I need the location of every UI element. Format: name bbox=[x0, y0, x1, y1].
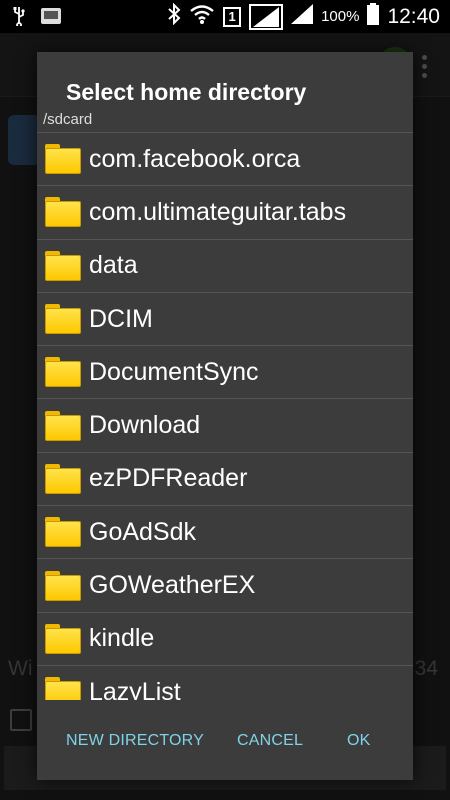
folder-name: LazyList bbox=[89, 677, 181, 700]
folder-row[interactable]: ezPDFReader bbox=[37, 451, 413, 505]
select-directory-dialog: Select home directory /sdcard com.facebo… bbox=[37, 52, 413, 780]
folder-icon bbox=[45, 623, 81, 654]
sd-card-icon bbox=[40, 6, 62, 31]
folder-icon bbox=[45, 144, 81, 175]
folder-name: GoAdSdk bbox=[89, 517, 197, 546]
folder-list[interactable]: com.facebook.orca com.ultimateguitar.tabs… bbox=[37, 132, 413, 700]
usb-icon bbox=[12, 6, 26, 31]
folder-row[interactable]: LazyList bbox=[37, 664, 413, 700]
signal-icon bbox=[291, 4, 314, 29]
folder-name: com.facebook.orca bbox=[89, 144, 301, 173]
folder-name: com.ultimateguitar.tabs bbox=[89, 197, 347, 226]
folder-icon bbox=[45, 250, 81, 281]
folder-row[interactable]: com.ultimateguitar.tabs bbox=[37, 185, 413, 238]
bluetooth-icon bbox=[167, 2, 181, 30]
ok-button[interactable]: OK bbox=[347, 732, 371, 750]
folder-row[interactable]: kindle bbox=[37, 611, 413, 665]
folder-name: Download bbox=[89, 411, 201, 440]
battery-icon bbox=[367, 3, 380, 30]
wifi-icon bbox=[189, 3, 215, 30]
current-path: /sdcard bbox=[43, 111, 93, 128]
folder-icon bbox=[45, 463, 81, 494]
folder-name: GOWeatherEX bbox=[89, 571, 256, 600]
new-directory-button[interactable]: NEW DIRECTORY bbox=[66, 732, 204, 750]
folder-icon bbox=[45, 304, 81, 335]
folder-icon bbox=[45, 517, 81, 548]
sim-slot-badge: 1 bbox=[223, 6, 242, 27]
folder-icon bbox=[45, 570, 81, 601]
folder-icon bbox=[45, 677, 81, 700]
folder-name: DCIM bbox=[89, 304, 153, 333]
folder-name: DocumentSync bbox=[89, 357, 259, 386]
folder-row[interactable]: GOWeatherEX bbox=[37, 558, 413, 611]
cancel-button[interactable]: CANCEL bbox=[237, 732, 303, 750]
folder-row[interactable]: DocumentSync bbox=[37, 345, 413, 398]
status-bar: 1 100% 12:40 bbox=[0, 0, 450, 33]
folder-row[interactable]: com.facebook.orca bbox=[37, 132, 413, 185]
folder-name: data bbox=[89, 251, 138, 280]
dialog-title: Select home directory bbox=[66, 79, 307, 105]
clock: 12:40 bbox=[387, 4, 440, 28]
folder-icon bbox=[45, 197, 81, 228]
folder-icon bbox=[45, 357, 81, 388]
folder-row[interactable]: Download bbox=[37, 398, 413, 451]
folder-icon bbox=[45, 410, 81, 441]
folder-row[interactable]: DCIM bbox=[37, 291, 413, 345]
signal-icon bbox=[249, 3, 284, 30]
battery-percent: 100% bbox=[321, 8, 360, 25]
folder-row[interactable]: GoAdSdk bbox=[37, 505, 413, 558]
folder-row[interactable]: data bbox=[37, 238, 413, 292]
dialog-actions: NEW DIRECTORY CANCEL OK bbox=[37, 700, 413, 780]
folder-name: ezPDFReader bbox=[89, 464, 248, 493]
folder-name: kindle bbox=[89, 624, 155, 653]
